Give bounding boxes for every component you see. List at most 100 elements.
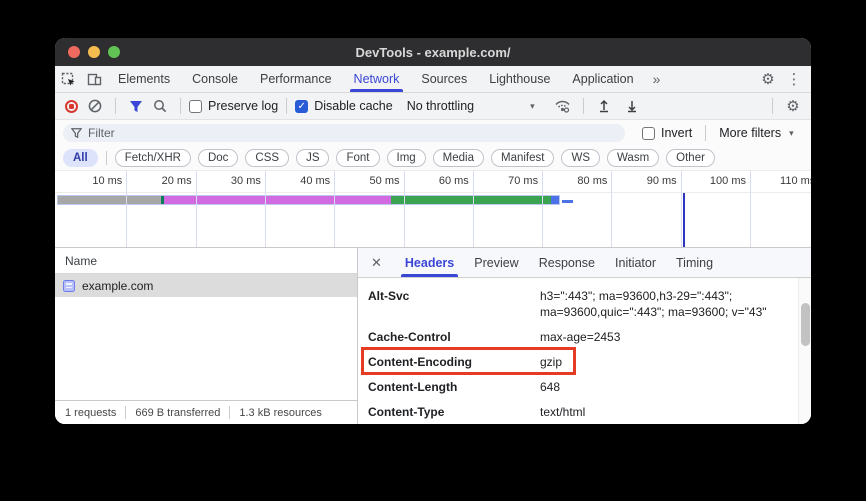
settings-gear-icon[interactable]: ⚙ bbox=[755, 66, 781, 92]
maximize-window-button[interactable] bbox=[108, 46, 120, 58]
disable-cache-checkbox[interactable]: ✓ bbox=[295, 100, 308, 113]
header-name: Alt-Svc bbox=[368, 288, 540, 304]
tab-performance[interactable]: Performance bbox=[249, 66, 343, 92]
header-row-highlighted: Content-Encoding gzip bbox=[368, 354, 811, 370]
chip-manifest[interactable]: Manifest bbox=[491, 149, 554, 167]
close-details-icon[interactable]: ✕ bbox=[358, 248, 395, 277]
tab-response[interactable]: Response bbox=[529, 248, 605, 277]
tab-preview[interactable]: Preview bbox=[464, 248, 528, 277]
tab-timing[interactable]: Timing bbox=[666, 248, 723, 277]
network-toolbar: Preserve log ✓ Disable cache No throttli… bbox=[55, 93, 811, 120]
chip-wasm[interactable]: Wasm bbox=[607, 149, 659, 167]
header-name: Cache-Control bbox=[368, 329, 540, 345]
filter-funnel-icon[interactable] bbox=[124, 94, 148, 118]
header-row: Content-Type text/html bbox=[368, 404, 811, 420]
tab-sources[interactable]: Sources bbox=[410, 66, 478, 92]
filter-input[interactable] bbox=[88, 126, 617, 140]
record-network-log-button[interactable] bbox=[59, 94, 83, 118]
details-scrollbar[interactable] bbox=[798, 278, 811, 424]
document-icon bbox=[63, 280, 75, 292]
request-row-selected[interactable]: example.com bbox=[55, 274, 357, 297]
throttling-dropdown-icon[interactable]: ▾ bbox=[530, 101, 535, 112]
header-row: Alt-Svc h3=":443"; ma=93600,h3-29=":443"… bbox=[368, 288, 811, 320]
devtools-window: DevTools - example.com/ Elements Console… bbox=[55, 38, 811, 424]
chip-img[interactable]: Img bbox=[387, 149, 426, 167]
network-conditions-icon[interactable] bbox=[551, 94, 575, 118]
import-har-icon[interactable] bbox=[592, 94, 616, 118]
chip-fetch-xhr[interactable]: Fetch/XHR bbox=[115, 149, 191, 167]
timeline-tick-label: 20 ms bbox=[126, 175, 192, 187]
scrollbar-thumb[interactable] bbox=[801, 303, 810, 346]
record-icon bbox=[65, 100, 78, 113]
overview-segment bbox=[58, 196, 161, 204]
timeline-tick-label: 40 ms bbox=[264, 175, 330, 187]
status-bar: 1 requests 669 B transferred 1.3 kB reso… bbox=[55, 400, 357, 424]
kebab-menu-icon[interactable]: ⋮ bbox=[781, 66, 807, 92]
timeline-tick-label: 110 ms bbox=[749, 175, 811, 187]
timeline-tick-label: 30 ms bbox=[195, 175, 261, 187]
tab-lighthouse[interactable]: Lighthouse bbox=[478, 66, 561, 92]
more-filters-button[interactable]: More filters bbox=[719, 126, 781, 140]
filter-pill[interactable] bbox=[63, 124, 625, 142]
requests-count: 1 requests bbox=[65, 407, 116, 419]
search-icon[interactable] bbox=[148, 94, 172, 118]
timeline[interactable]: 10 ms20 ms30 ms40 ms50 ms60 ms70 ms80 ms… bbox=[55, 171, 811, 247]
chip-all[interactable]: All bbox=[63, 149, 98, 167]
chip-js[interactable]: JS bbox=[296, 149, 329, 167]
response-headers-list: Alt-Svc h3=":443"; ma=93600,h3-29=":443"… bbox=[358, 278, 811, 420]
throttling-select-value[interactable]: No throttling bbox=[407, 99, 474, 113]
disable-cache-label: Disable cache bbox=[314, 99, 393, 113]
clear-network-log-button[interactable] bbox=[83, 94, 107, 118]
header-value: h3=":443"; ma=93600,h3-29=":443"; ma=936… bbox=[540, 288, 788, 320]
device-toolbar-icon[interactable] bbox=[81, 66, 107, 92]
more-tabs-icon[interactable]: » bbox=[645, 66, 669, 92]
details-tab-bar: ✕ Headers Preview Response Initiator Tim… bbox=[358, 248, 811, 278]
toolbar-divider bbox=[180, 98, 181, 114]
more-filters-dropdown-icon[interactable]: ▾ bbox=[789, 128, 794, 139]
preserve-log-checkbox[interactable] bbox=[189, 100, 202, 113]
filter-row: Invert More filters ▾ bbox=[55, 120, 811, 146]
inspect-element-icon[interactable] bbox=[55, 66, 81, 92]
minimize-window-button[interactable] bbox=[88, 46, 100, 58]
chip-media[interactable]: Media bbox=[433, 149, 484, 167]
timeline-tick-label: 50 ms bbox=[334, 175, 400, 187]
timeline-tick-label: 80 ms bbox=[541, 175, 607, 187]
invert-label: Invert bbox=[661, 126, 692, 140]
chip-ws[interactable]: WS bbox=[561, 149, 600, 167]
details-pane: ✕ Headers Preview Response Initiator Tim… bbox=[358, 248, 811, 424]
overview-dash bbox=[562, 200, 572, 203]
header-name: Content-Type bbox=[368, 404, 540, 420]
toolbar-divider bbox=[286, 98, 287, 114]
header-value: gzip bbox=[540, 354, 788, 370]
tab-console[interactable]: Console bbox=[181, 66, 249, 92]
invert-checkbox[interactable] bbox=[642, 127, 655, 140]
header-value: text/html bbox=[540, 404, 788, 420]
preserve-log-label: Preserve log bbox=[208, 99, 278, 113]
tab-initiator[interactable]: Initiator bbox=[605, 248, 666, 277]
export-har-icon[interactable] bbox=[620, 94, 644, 118]
header-row: Content-Length 648 bbox=[368, 379, 811, 395]
network-main-area: Name example.com 1 requests 669 B transf… bbox=[55, 247, 811, 424]
network-settings-gear-icon[interactable]: ⚙ bbox=[781, 94, 805, 118]
chip-divider bbox=[106, 151, 107, 165]
resources-size: 1.3 kB resources bbox=[239, 407, 322, 419]
header-row: Cache-Control max-age=2453 bbox=[368, 329, 811, 345]
tab-elements[interactable]: Elements bbox=[107, 66, 181, 92]
title-bar: DevTools - example.com/ bbox=[55, 38, 811, 66]
overview-segment bbox=[551, 196, 559, 204]
overview-bar[interactable] bbox=[57, 195, 560, 205]
tab-network[interactable]: Network bbox=[343, 66, 411, 92]
request-name: example.com bbox=[82, 279, 153, 293]
tab-headers[interactable]: Headers bbox=[395, 248, 464, 277]
toolbar-divider bbox=[583, 98, 584, 114]
tab-application[interactable]: Application bbox=[561, 66, 644, 92]
name-column-header[interactable]: Name bbox=[55, 248, 357, 274]
chip-other[interactable]: Other bbox=[666, 149, 715, 167]
timeline-tick-label: 90 ms bbox=[611, 175, 677, 187]
status-divider bbox=[125, 406, 126, 419]
header-name: Content-Encoding bbox=[368, 354, 540, 370]
chip-doc[interactable]: Doc bbox=[198, 149, 238, 167]
chip-font[interactable]: Font bbox=[336, 149, 379, 167]
chip-css[interactable]: CSS bbox=[245, 149, 289, 167]
close-window-button[interactable] bbox=[68, 46, 80, 58]
